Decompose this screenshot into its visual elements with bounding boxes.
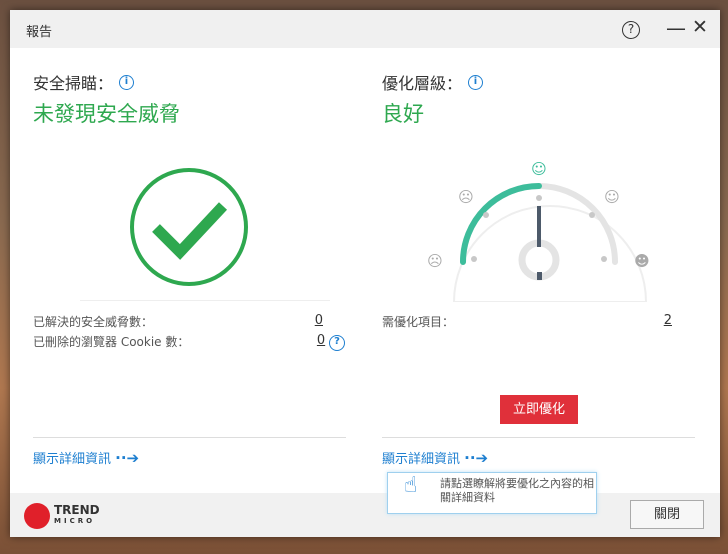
tooltip-text: 請點選瞭解將要優化之內容的相關詳細資料 <box>440 477 594 504</box>
divider <box>80 300 330 301</box>
happy-face-icon: ☺ <box>604 188 620 206</box>
security-status: 未發現安全威脅 <box>33 102 180 126</box>
optimization-heading: 優化層級： <box>382 74 463 93</box>
close-icon[interactable]: ✕ <box>692 16 708 38</box>
deleted-cookies-row: 已刪除的瀏覽器 Cookie 數： 0 ? <box>33 333 345 351</box>
row-label: 已解決的安全威脅數： <box>33 315 154 329</box>
optimization-details-link[interactable]: 顯示詳細資訊 ··➔ <box>382 448 488 467</box>
row-label: 已刪除的瀏覽器 Cookie 數： <box>33 335 190 349</box>
divider <box>382 437 695 438</box>
deleted-cookies-count[interactable]: 0 <box>317 333 325 348</box>
optimization-status: 良好 <box>382 102 424 126</box>
link-label: 顯示詳細資訊 <box>33 452 112 467</box>
help-icon[interactable]: ? <box>622 21 640 39</box>
angry-face-icon: ☹ <box>427 252 443 270</box>
trend-micro-logo-icon <box>24 503 50 529</box>
divider <box>33 437 346 438</box>
optimization-section: 優化層級： i 良好 <box>382 48 697 128</box>
arrow-right-icon: ··➔ <box>464 449 489 467</box>
footer: TREND MICRO <box>10 493 720 537</box>
optimization-gauge: ☹ ☹ ☺ ☺ ☻ <box>427 160 650 302</box>
checkmark-icon <box>130 168 248 286</box>
items-to-optimize-row: 需優化項目： 2 <box>382 313 672 330</box>
sad-face-icon: ☹ <box>458 188 474 206</box>
title-bar: 報告 ? — ✕ <box>10 10 720 48</box>
link-label: 顯示詳細資訊 <box>382 452 461 467</box>
window-title: 報告 <box>26 25 53 40</box>
security-heading: 安全掃瞄： <box>33 74 114 93</box>
arrow-right-icon: ··➔ <box>115 449 140 467</box>
minimize-button[interactable]: — <box>666 16 686 40</box>
gauge-needle <box>537 206 541 247</box>
trend-micro-logo: TREND MICRO <box>54 503 100 525</box>
security-section: 安全掃瞄： i 未發現安全威脅 <box>33 48 348 128</box>
info-icon[interactable]: i <box>468 74 484 90</box>
close-button[interactable]: 關閉 <box>630 500 704 529</box>
resolved-threats-count[interactable]: 0 <box>315 313 323 330</box>
items-to-optimize-count[interactable]: 2 <box>664 313 672 330</box>
report-window: 報告 ? — ✕ 安全掃瞄： i 未發現安全威脅 已解決的安全威脅數： 0 已刪除… <box>10 10 720 537</box>
resolved-threats-row: 已解決的安全威脅數： 0 <box>33 313 323 330</box>
info-icon[interactable]: i <box>119 74 135 90</box>
smile-face-icon: ☺ <box>531 160 547 178</box>
grin-face-icon: ☻ <box>634 252 650 270</box>
tooltip: ☝ 請點選瞭解將要優化之內容的相關詳細資料 <box>387 472 597 514</box>
security-details-link[interactable]: 顯示詳細資訊 ··➔ <box>33 448 139 467</box>
pointer-hand-icon: ☝ <box>404 473 418 498</box>
help-icon[interactable]: ? <box>329 335 345 351</box>
optimize-now-button[interactable]: 立即優化 <box>500 395 578 424</box>
row-label: 需優化項目： <box>382 315 455 329</box>
